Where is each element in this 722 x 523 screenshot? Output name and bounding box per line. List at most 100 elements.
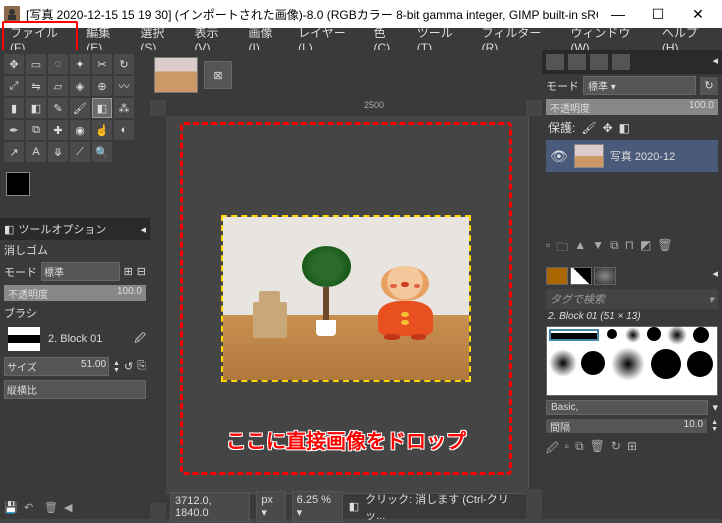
layer-up-icon[interactable]: ▲ bbox=[574, 238, 586, 259]
spacing-down-icon[interactable]: ▼ bbox=[711, 426, 718, 433]
tool-measure-icon[interactable]: ⟋ bbox=[70, 142, 90, 162]
reset-icon[interactable]: ◀ bbox=[64, 501, 78, 515]
restore-icon[interactable]: ↶ bbox=[24, 501, 38, 515]
tab-paths-icon[interactable] bbox=[590, 54, 608, 70]
refresh-brush-icon[interactable]: ↻ bbox=[611, 439, 621, 460]
brush-item[interactable] bbox=[647, 327, 661, 341]
brush-search[interactable]: タグで検索 ▾ bbox=[546, 289, 718, 309]
brush-item[interactable] bbox=[625, 327, 641, 343]
status-zoom-select[interactable]: 6.25 % ▾ bbox=[292, 491, 343, 522]
delete-brush-icon[interactable]: 🗑 bbox=[590, 439, 605, 460]
tab-brushes-icon[interactable] bbox=[546, 267, 568, 285]
mode-reset-icon[interactable]: ↻ bbox=[700, 77, 718, 95]
lock-alpha-icon[interactable]: ◧ bbox=[619, 121, 630, 135]
tool-flip-icon[interactable]: ⇋ bbox=[26, 76, 46, 96]
brush-item[interactable] bbox=[667, 325, 687, 345]
size-link-icon[interactable]: ⎘ bbox=[137, 360, 146, 373]
mask-layer-icon[interactable]: ◩ bbox=[640, 238, 651, 259]
mode-extra-icon[interactable]: ⊞ bbox=[124, 265, 133, 278]
tool-fuzzy-select-icon[interactable]: ✦ bbox=[70, 54, 90, 74]
layer-opacity-slider[interactable]: 不透明度 100.0 bbox=[546, 99, 718, 115]
tool-gradient-icon[interactable]: ◧ bbox=[26, 98, 46, 118]
color-swatch[interactable] bbox=[0, 166, 150, 218]
tool-text-icon[interactable]: A bbox=[26, 142, 46, 162]
tab-layers-icon[interactable] bbox=[546, 54, 564, 70]
tool-handle-icon[interactable]: ⊕ bbox=[92, 76, 112, 96]
open-as-image-icon[interactable]: ⊞ bbox=[627, 439, 637, 460]
tool-scale-icon[interactable]: ⤢ bbox=[4, 76, 24, 96]
spacing-up-icon[interactable]: ▲ bbox=[711, 419, 718, 426]
lock-position-icon[interactable]: ✥ bbox=[603, 121, 613, 135]
tool-clone-icon[interactable]: ⧉ bbox=[26, 120, 46, 140]
brush-preview[interactable] bbox=[8, 327, 40, 351]
brush-item[interactable] bbox=[549, 349, 577, 377]
status-unit-select[interactable]: px ▾ bbox=[256, 491, 285, 522]
layer-name[interactable]: 写真 2020-12 bbox=[610, 148, 675, 164]
edit-brush-icon[interactable]: 🖉 bbox=[546, 439, 559, 460]
image-tab-close-icon[interactable]: ⊠ bbox=[204, 61, 232, 89]
brush-item[interactable] bbox=[693, 327, 709, 343]
brush-edit-icon[interactable]: 🖉 bbox=[134, 330, 146, 349]
opacity-value[interactable]: 100.0 bbox=[117, 286, 142, 297]
mode-extra2-icon[interactable]: ⊟ bbox=[137, 265, 146, 278]
brush-item[interactable] bbox=[607, 329, 617, 339]
tool-pencil-icon[interactable]: ✎ bbox=[48, 98, 68, 118]
tool-bucket-icon[interactable]: ▮ bbox=[4, 98, 24, 118]
tool-color-picker-icon[interactable]: ⤋ bbox=[48, 142, 68, 162]
search-dropdown-icon[interactable]: ▾ bbox=[708, 293, 714, 306]
tool-crop-icon[interactable]: ✂ bbox=[92, 54, 112, 74]
vertical-scrollbar[interactable] bbox=[528, 116, 542, 489]
tool-ink-icon[interactable]: ✒ bbox=[4, 120, 24, 140]
brush-item[interactable] bbox=[687, 351, 713, 377]
tool-eraser-icon[interactable]: ◧ bbox=[92, 98, 112, 118]
tool-unified-icon[interactable]: ◈ bbox=[70, 76, 90, 96]
brush-item[interactable] bbox=[651, 349, 681, 379]
image-tab-thumb[interactable] bbox=[154, 57, 198, 93]
spacing-slider[interactable]: 間隔 10.0 bbox=[546, 419, 707, 433]
brush-preset-select[interactable]: Basic, bbox=[546, 400, 708, 415]
tool-free-select-icon[interactable]: ◌ bbox=[48, 54, 68, 74]
save-preset-icon[interactable]: 💾 bbox=[4, 501, 18, 515]
delete-icon[interactable]: 🗑 bbox=[44, 501, 58, 515]
fg-color-icon[interactable] bbox=[6, 172, 30, 196]
dup-brush-icon[interactable]: ⧉ bbox=[575, 439, 584, 460]
layer-visibility-icon[interactable]: 👁 bbox=[550, 148, 568, 165]
tool-perspective-icon[interactable]: ▱ bbox=[48, 76, 68, 96]
brush-grid[interactable] bbox=[546, 326, 718, 396]
size-field[interactable]: サイズ 51.00 bbox=[4, 357, 109, 376]
tab-patterns-icon[interactable] bbox=[570, 267, 592, 285]
layer-group-icon[interactable]: 🗀 bbox=[556, 238, 568, 259]
tab-channels-icon[interactable] bbox=[568, 54, 586, 70]
layer-down-icon[interactable]: ▼ bbox=[592, 238, 604, 259]
delete-layer-icon[interactable]: 🗑 bbox=[657, 238, 672, 259]
tool-smudge-icon[interactable]: ☝ bbox=[92, 120, 112, 140]
tool-dodge-icon[interactable]: ◐ bbox=[114, 120, 134, 140]
size-up-icon[interactable]: ▲ bbox=[113, 360, 120, 367]
tool-airbrush-icon[interactable]: ⁂ bbox=[114, 98, 134, 118]
dup-layer-icon[interactable]: ⧉ bbox=[610, 238, 619, 259]
size-reset-icon[interactable]: ↺ bbox=[124, 360, 133, 373]
tool-move-icon[interactable]: ✥ bbox=[4, 54, 24, 74]
brush-item[interactable] bbox=[611, 347, 645, 381]
horizontal-ruler[interactable]: 2500 bbox=[166, 100, 526, 116]
layer-item[interactable]: 👁 写真 2020-12 bbox=[546, 140, 718, 172]
tab-menu-lower-icon[interactable]: ◂ bbox=[712, 267, 718, 285]
tool-heal-icon[interactable]: ✚ bbox=[48, 120, 68, 140]
brush-item[interactable] bbox=[581, 351, 605, 375]
tool-zoom-icon[interactable]: 🔍 bbox=[92, 142, 112, 162]
tool-blur-icon[interactable]: ◉ bbox=[70, 120, 90, 140]
size-down-icon[interactable]: ▼ bbox=[113, 367, 120, 374]
tool-paintbrush-icon[interactable]: 🖌 bbox=[70, 98, 90, 118]
tool-rect-select-icon[interactable]: ▭ bbox=[26, 54, 46, 74]
tab-menu-right-icon[interactable]: ◂ bbox=[712, 54, 718, 70]
new-brush-icon[interactable]: ▫ bbox=[565, 439, 569, 460]
canvas[interactable]: ここに直接画像をドロップ bbox=[166, 116, 526, 489]
mode-select[interactable]: 標準 bbox=[41, 262, 120, 281]
new-layer-icon[interactable]: ▫ bbox=[546, 238, 550, 259]
ratio-field[interactable]: 縦横比 bbox=[4, 380, 146, 399]
layer-mode-select[interactable]: 標準 ▾ bbox=[583, 76, 696, 95]
tab-gradients-icon[interactable] bbox=[594, 267, 616, 285]
tool-warp-icon[interactable]: 〰 bbox=[114, 76, 134, 96]
merge-layer-icon[interactable]: ⊓ bbox=[625, 238, 634, 259]
tab-menu-icon[interactable]: ◂ bbox=[140, 223, 146, 236]
